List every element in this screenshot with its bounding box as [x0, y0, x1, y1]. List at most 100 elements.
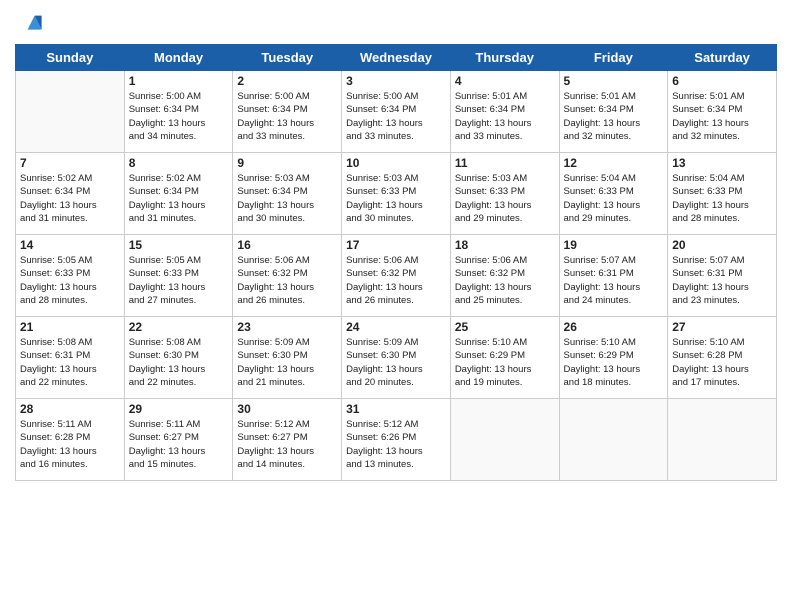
days-header-row: SundayMondayTuesdayWednesdayThursdayFrid…: [16, 45, 777, 71]
day-number: 2: [237, 74, 337, 88]
day-number: 7: [20, 156, 120, 170]
cell-info: Sunrise: 5:04 AM Sunset: 6:33 PM Dayligh…: [672, 172, 772, 225]
day-number: 21: [20, 320, 120, 334]
cell-info: Sunrise: 5:06 AM Sunset: 6:32 PM Dayligh…: [346, 254, 446, 307]
calendar-cell: 15 Sunrise: 5:05 AM Sunset: 6:33 PM Dayli…: [124, 235, 233, 317]
day-number: 23: [237, 320, 337, 334]
calendar-cell: [16, 71, 125, 153]
cell-info: Sunrise: 5:00 AM Sunset: 6:34 PM Dayligh…: [346, 90, 446, 143]
day-number: 22: [129, 320, 229, 334]
calendar-cell: [559, 399, 668, 481]
cell-info: Sunrise: 5:10 AM Sunset: 6:29 PM Dayligh…: [455, 336, 555, 389]
day-number: 29: [129, 402, 229, 416]
calendar-cell: 9 Sunrise: 5:03 AM Sunset: 6:34 PM Daylig…: [233, 153, 342, 235]
calendar-cell: 1 Sunrise: 5:00 AM Sunset: 6:34 PM Daylig…: [124, 71, 233, 153]
day-number: 31: [346, 402, 446, 416]
day-number: 5: [564, 74, 664, 88]
calendar-cell: 20Sunrise: 5:07 AM Sunset: 6:31 PM Dayli…: [668, 235, 777, 317]
cell-info: Sunrise: 5:01 AM Sunset: 6:34 PM Dayligh…: [672, 90, 772, 143]
calendar-table: SundayMondayTuesdayWednesdayThursdayFrid…: [15, 44, 777, 481]
calendar-cell: 23 Sunrise: 5:09 AM Sunset: 6:30 PM Dayli…: [233, 317, 342, 399]
cell-info: Sunrise: 5:03 AM Sunset: 6:34 PM Dayligh…: [237, 172, 337, 225]
calendar-cell: 24 Sunrise: 5:09 AM Sunset: 6:30 PM Dayli…: [342, 317, 451, 399]
cell-info: Sunrise: 5:09 AM Sunset: 6:30 PM Dayligh…: [346, 336, 446, 389]
day-number: 9: [237, 156, 337, 170]
calendar-cell: 19Sunrise: 5:07 AM Sunset: 6:31 PM Dayli…: [559, 235, 668, 317]
cell-info: Sunrise: 5:07 AM Sunset: 6:31 PM Dayligh…: [672, 254, 772, 307]
cell-info: Sunrise: 5:00 AM Sunset: 6:34 PM Dayligh…: [237, 90, 337, 143]
day-number: 30: [237, 402, 337, 416]
day-number: 1: [129, 74, 229, 88]
cell-info: Sunrise: 5:00 AM Sunset: 6:34 PM Dayligh…: [129, 90, 229, 143]
cell-info: Sunrise: 5:10 AM Sunset: 6:29 PM Dayligh…: [564, 336, 664, 389]
logo-icon: [15, 10, 43, 38]
day-number: 15: [129, 238, 229, 252]
day-number: 19: [564, 238, 664, 252]
day-number: 24: [346, 320, 446, 334]
cell-info: Sunrise: 5:08 AM Sunset: 6:30 PM Dayligh…: [129, 336, 229, 389]
calendar-cell: [668, 399, 777, 481]
day-number: 14: [20, 238, 120, 252]
calendar-cell: 26 Sunrise: 5:10 AM Sunset: 6:29 PM Dayli…: [559, 317, 668, 399]
cell-info: Sunrise: 5:05 AM Sunset: 6:33 PM Dayligh…: [20, 254, 120, 307]
day-header-saturday: Saturday: [668, 45, 777, 71]
day-header-thursday: Thursday: [450, 45, 559, 71]
cell-info: Sunrise: 5:03 AM Sunset: 6:33 PM Dayligh…: [346, 172, 446, 225]
calendar-cell: 10 Sunrise: 5:03 AM Sunset: 6:33 PM Dayli…: [342, 153, 451, 235]
cell-info: Sunrise: 5:11 AM Sunset: 6:27 PM Dayligh…: [129, 418, 229, 471]
day-number: 6: [672, 74, 772, 88]
day-header-friday: Friday: [559, 45, 668, 71]
day-number: 25: [455, 320, 555, 334]
calendar-cell: 25 Sunrise: 5:10 AM Sunset: 6:29 PM Dayli…: [450, 317, 559, 399]
day-number: 8: [129, 156, 229, 170]
day-number: 4: [455, 74, 555, 88]
calendar-cell: [450, 399, 559, 481]
day-number: 11: [455, 156, 555, 170]
day-header-wednesday: Wednesday: [342, 45, 451, 71]
calendar-cell: 22 Sunrise: 5:08 AM Sunset: 6:30 PM Dayli…: [124, 317, 233, 399]
calendar-cell: 13 Sunrise: 5:04 AM Sunset: 6:33 PM Dayli…: [668, 153, 777, 235]
calendar-cell: 7 Sunrise: 5:02 AM Sunset: 6:34 PM Daylig…: [16, 153, 125, 235]
calendar-cell: 2 Sunrise: 5:00 AM Sunset: 6:34 PM Daylig…: [233, 71, 342, 153]
day-number: 3: [346, 74, 446, 88]
week-row-1: 1 Sunrise: 5:00 AM Sunset: 6:34 PM Daylig…: [16, 71, 777, 153]
week-row-4: 21 Sunrise: 5:08 AM Sunset: 6:31 PM Dayli…: [16, 317, 777, 399]
day-number: 12: [564, 156, 664, 170]
day-number: 13: [672, 156, 772, 170]
week-row-2: 7 Sunrise: 5:02 AM Sunset: 6:34 PM Daylig…: [16, 153, 777, 235]
day-number: 17: [346, 238, 446, 252]
day-header-monday: Monday: [124, 45, 233, 71]
day-header-tuesday: Tuesday: [233, 45, 342, 71]
cell-info: Sunrise: 5:09 AM Sunset: 6:30 PM Dayligh…: [237, 336, 337, 389]
calendar-cell: 21 Sunrise: 5:08 AM Sunset: 6:31 PM Dayli…: [16, 317, 125, 399]
cell-info: Sunrise: 5:11 AM Sunset: 6:28 PM Dayligh…: [20, 418, 120, 471]
cell-info: Sunrise: 5:08 AM Sunset: 6:31 PM Dayligh…: [20, 336, 120, 389]
calendar-cell: 28 Sunrise: 5:11 AM Sunset: 6:28 PM Dayli…: [16, 399, 125, 481]
calendar-cell: 11 Sunrise: 5:03 AM Sunset: 6:33 PM Dayli…: [450, 153, 559, 235]
calendar-cell: 3 Sunrise: 5:00 AM Sunset: 6:34 PM Daylig…: [342, 71, 451, 153]
header: [15, 10, 777, 38]
day-number: 28: [20, 402, 120, 416]
calendar-cell: 6 Sunrise: 5:01 AM Sunset: 6:34 PM Daylig…: [668, 71, 777, 153]
week-row-5: 28 Sunrise: 5:11 AM Sunset: 6:28 PM Dayli…: [16, 399, 777, 481]
calendar-cell: 16Sunrise: 5:06 AM Sunset: 6:32 PM Dayli…: [233, 235, 342, 317]
calendar-cell: 27Sunrise: 5:10 AM Sunset: 6:28 PM Dayli…: [668, 317, 777, 399]
cell-info: Sunrise: 5:01 AM Sunset: 6:34 PM Dayligh…: [455, 90, 555, 143]
cell-info: Sunrise: 5:03 AM Sunset: 6:33 PM Dayligh…: [455, 172, 555, 225]
calendar-cell: 5 Sunrise: 5:01 AM Sunset: 6:34 PM Daylig…: [559, 71, 668, 153]
cell-info: Sunrise: 5:02 AM Sunset: 6:34 PM Dayligh…: [20, 172, 120, 225]
cell-info: Sunrise: 5:05 AM Sunset: 6:33 PM Dayligh…: [129, 254, 229, 307]
day-number: 10: [346, 156, 446, 170]
day-number: 26: [564, 320, 664, 334]
cell-info: Sunrise: 5:06 AM Sunset: 6:32 PM Dayligh…: [455, 254, 555, 307]
week-row-3: 14 Sunrise: 5:05 AM Sunset: 6:33 PM Dayli…: [16, 235, 777, 317]
calendar-cell: 14 Sunrise: 5:05 AM Sunset: 6:33 PM Dayli…: [16, 235, 125, 317]
day-number: 18: [455, 238, 555, 252]
calendar-cell: 31Sunrise: 5:12 AM Sunset: 6:26 PM Dayli…: [342, 399, 451, 481]
calendar-cell: 30Sunrise: 5:12 AM Sunset: 6:27 PM Dayli…: [233, 399, 342, 481]
calendar-cell: 4 Sunrise: 5:01 AM Sunset: 6:34 PM Daylig…: [450, 71, 559, 153]
cell-info: Sunrise: 5:04 AM Sunset: 6:33 PM Dayligh…: [564, 172, 664, 225]
logo: [15, 10, 47, 38]
calendar-page: SundayMondayTuesdayWednesdayThursdayFrid…: [0, 0, 792, 491]
cell-info: Sunrise: 5:01 AM Sunset: 6:34 PM Dayligh…: [564, 90, 664, 143]
